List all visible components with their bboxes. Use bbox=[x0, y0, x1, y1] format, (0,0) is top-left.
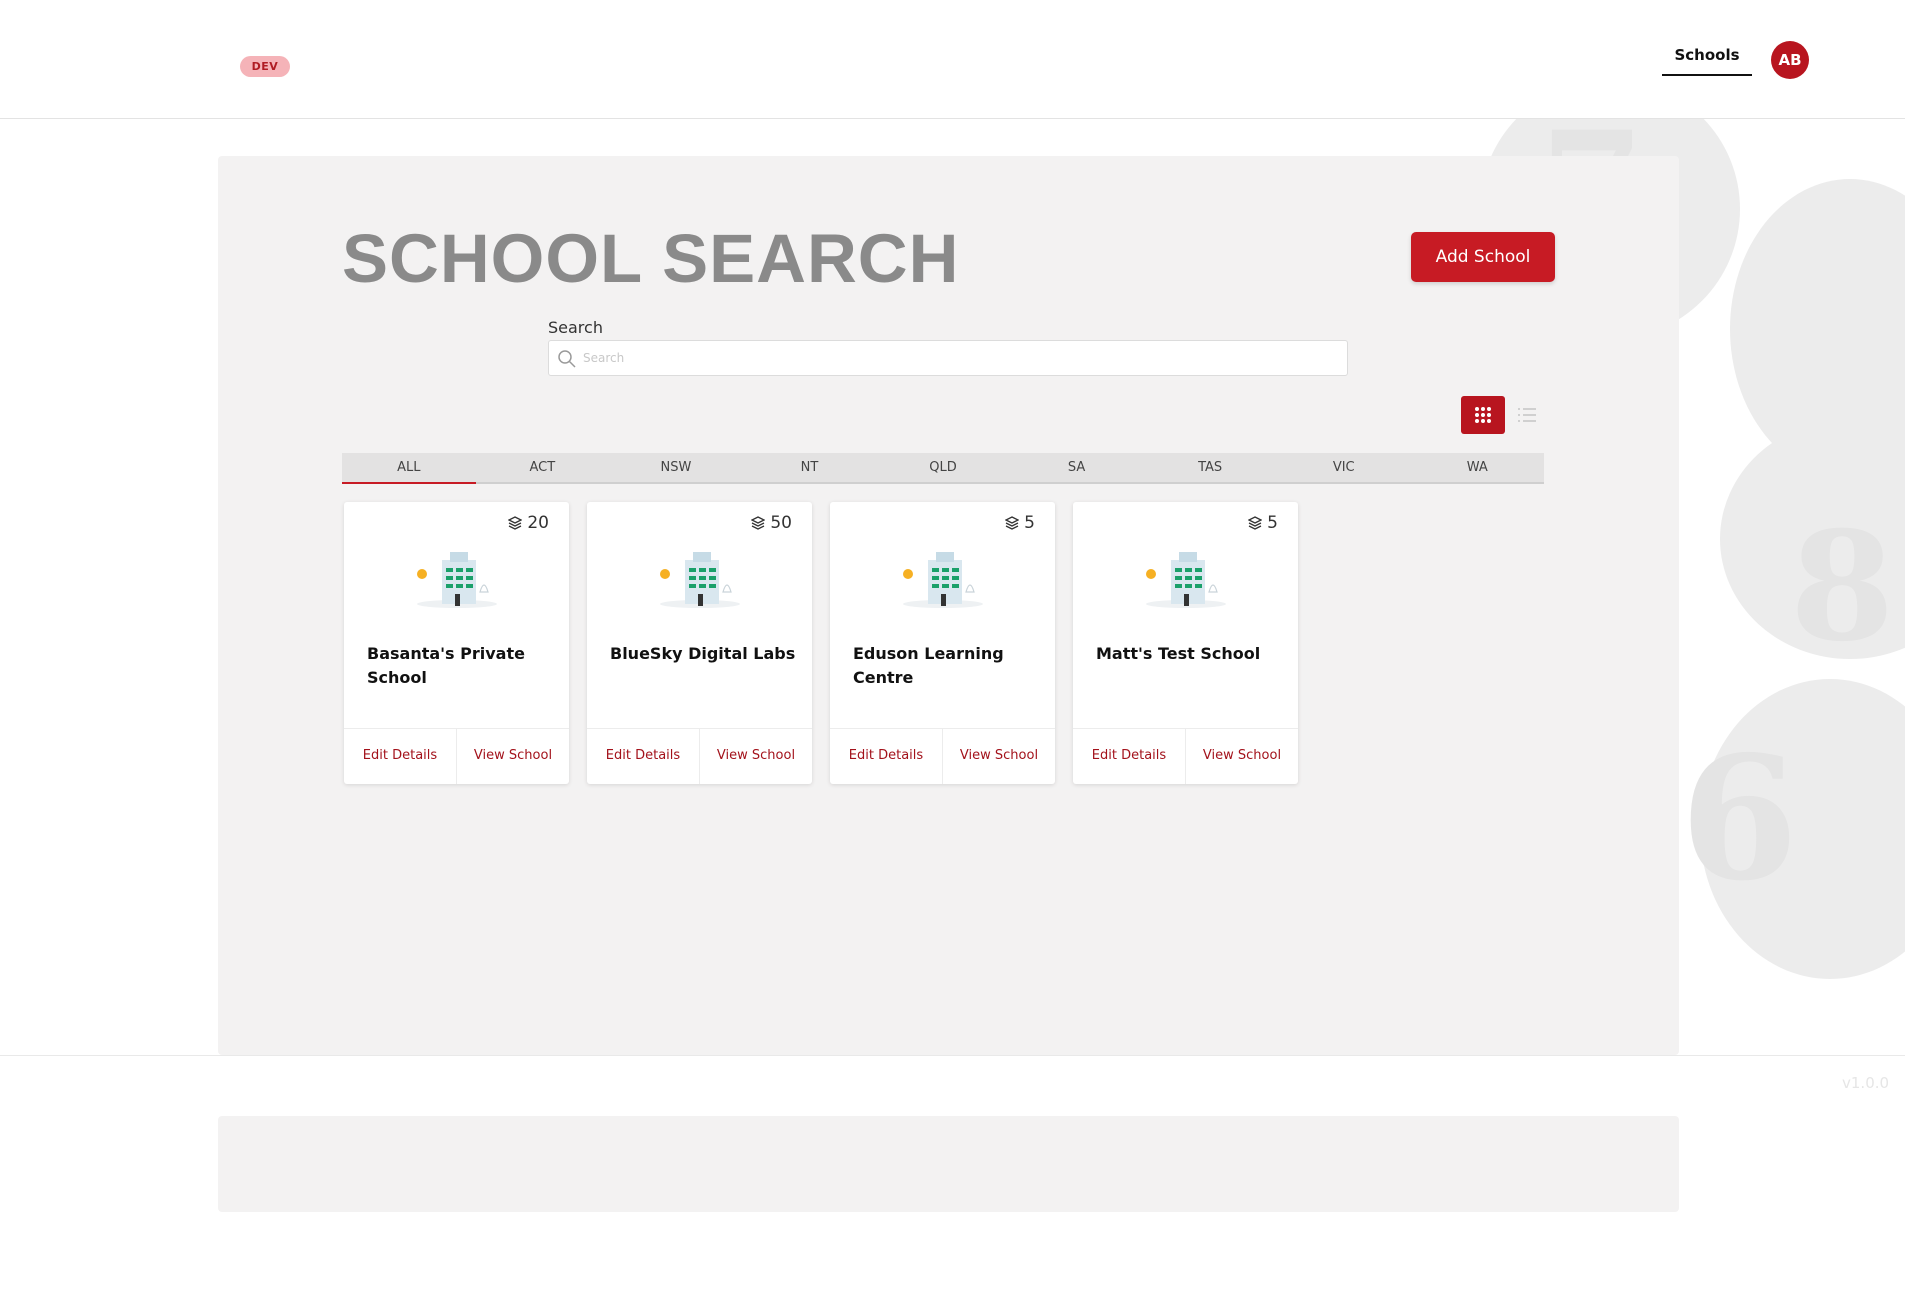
student-count-value: 20 bbox=[527, 513, 549, 533]
student-count-value: 50 bbox=[770, 513, 792, 533]
edit-details-button[interactable]: Edit Details bbox=[1073, 729, 1186, 784]
tab-qld[interactable]: QLD bbox=[876, 453, 1010, 482]
view-school-button[interactable]: View School bbox=[700, 729, 812, 784]
school-name: Basanta's Private School bbox=[367, 644, 525, 687]
list-view-button[interactable] bbox=[1514, 402, 1540, 428]
school-name: Matt's Test School bbox=[1096, 644, 1261, 663]
tab-vic[interactable]: VIC bbox=[1277, 453, 1411, 482]
layers-icon bbox=[1248, 516, 1263, 530]
edit-details-button[interactable]: Edit Details bbox=[587, 729, 700, 784]
school-building-icon bbox=[1146, 552, 1226, 608]
page-title: SCHOOL SEARCH bbox=[342, 220, 960, 297]
tab-tas[interactable]: TAS bbox=[1143, 453, 1277, 482]
edit-details-button[interactable]: Edit Details bbox=[344, 729, 457, 784]
school-name: BlueSky Digital Labs bbox=[610, 644, 796, 663]
card-actions: Edit Details View School bbox=[587, 728, 812, 784]
school-card: 50 BlueSky Digital Labs Edit Details Vie… bbox=[587, 502, 812, 784]
student-count: 20 bbox=[508, 513, 549, 533]
view-school-button[interactable]: View School bbox=[1186, 729, 1298, 784]
env-badge: DEV bbox=[240, 56, 290, 77]
add-school-button[interactable]: Add School bbox=[1411, 232, 1555, 282]
student-count: 5 bbox=[1248, 513, 1278, 533]
card-actions: Edit Details View School bbox=[830, 728, 1055, 784]
tab-nsw[interactable]: NSW bbox=[609, 453, 743, 482]
view-school-button[interactable]: View School bbox=[943, 729, 1055, 784]
school-building-icon bbox=[903, 552, 983, 608]
layers-icon bbox=[751, 516, 766, 530]
card-actions: Edit Details View School bbox=[344, 728, 569, 784]
list-icon bbox=[1518, 408, 1536, 422]
view-school-button[interactable]: View School bbox=[457, 729, 569, 784]
main-panel: SCHOOL SEARCH Add School Search ALL bbox=[218, 156, 1679, 1055]
school-name: Eduson Learning Centre bbox=[853, 644, 1004, 687]
top-header: DEV Schools AB bbox=[0, 0, 1905, 119]
state-tabs: ALL ACT NSW NT QLD SA TAS VIC WA bbox=[342, 453, 1544, 484]
student-count-value: 5 bbox=[1024, 513, 1035, 533]
search-field[interactable] bbox=[548, 340, 1348, 376]
student-count: 5 bbox=[1005, 513, 1035, 533]
footer-divider bbox=[0, 1055, 1905, 1056]
student-count: 50 bbox=[751, 513, 792, 533]
footer-panel bbox=[218, 1116, 1679, 1212]
edit-details-button[interactable]: Edit Details bbox=[830, 729, 943, 784]
school-card: 20 Basanta's Private School Edit Details… bbox=[344, 502, 569, 784]
search-label: Search bbox=[548, 318, 603, 337]
tab-all[interactable]: ALL bbox=[342, 453, 476, 484]
search-icon bbox=[558, 350, 576, 368]
card-actions: Edit Details View School bbox=[1073, 728, 1298, 784]
nav-schools-link[interactable]: Schools bbox=[1662, 46, 1752, 76]
avatar[interactable]: AB bbox=[1771, 41, 1809, 79]
tab-act[interactable]: ACT bbox=[476, 453, 610, 482]
tab-wa[interactable]: WA bbox=[1411, 453, 1545, 482]
grid-view-button[interactable] bbox=[1461, 396, 1505, 434]
grid-icon bbox=[1475, 407, 1491, 423]
school-card: 5 Matt's Test School Edit Details View S… bbox=[1073, 502, 1298, 784]
school-building-icon bbox=[417, 552, 497, 608]
tab-sa[interactable]: SA bbox=[1010, 453, 1144, 482]
tab-nt[interactable]: NT bbox=[743, 453, 877, 482]
school-card: 5 Eduson Learning Centre Edit Details Vi… bbox=[830, 502, 1055, 784]
student-count-value: 5 bbox=[1267, 513, 1278, 533]
layers-icon bbox=[1005, 516, 1020, 530]
school-building-icon bbox=[660, 552, 740, 608]
search-input[interactable] bbox=[583, 341, 1343, 375]
version-label: v1.0.0 bbox=[1842, 1074, 1890, 1092]
layers-icon bbox=[508, 516, 523, 530]
